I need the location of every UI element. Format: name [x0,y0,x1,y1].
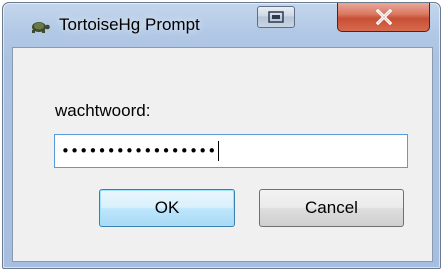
ok-button[interactable]: OK [99,189,235,227]
password-input[interactable]: ••••••••••••••••• [54,134,408,168]
close-button[interactable] [337,3,430,32]
restore-window-icon [268,11,284,23]
close-icon [375,9,392,25]
password-mask: ••••••••••••••••• [61,142,217,160]
prompt-dialog-window: TortoiseHg Prompt wachtwoord: ••••••••••… [2,2,441,269]
title-bar[interactable]: TortoiseHg Prompt [3,3,440,47]
password-label: wachtwoord: [55,101,151,120]
cancel-button[interactable]: Cancel [259,189,404,227]
text-caret [217,141,219,161]
window-title: TortoiseHg Prompt [59,15,200,34]
restore-button[interactable] [257,6,295,28]
tortoise-icon [32,22,50,33]
dialog-body: wachtwoord: ••••••••••••••••• OK Cancel [12,47,433,262]
